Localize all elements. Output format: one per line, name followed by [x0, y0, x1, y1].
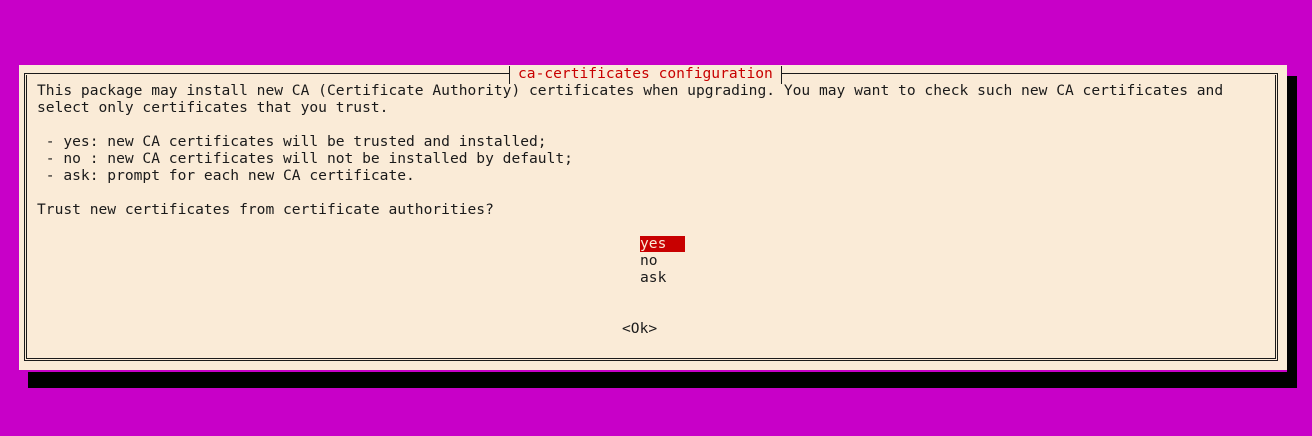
choice-ask[interactable]: ask — [640, 270, 685, 286]
dialog-title-box: ca-certificates configuration — [509, 66, 782, 84]
description-line-2: select only certificates that you trust. — [37, 99, 389, 116]
option-help-no: - no : new CA certificates will not be i… — [37, 150, 573, 167]
ok-button[interactable]: <Ok> — [622, 320, 657, 337]
option-help-yes: - yes: new CA certificates will be trust… — [37, 133, 547, 150]
choice-yes[interactable]: yes — [640, 236, 685, 252]
dialog-shadow — [28, 372, 1296, 388]
dialog-shadow-right — [1287, 76, 1297, 388]
description-line-1: This package may install new CA (Certifi… — [37, 82, 1224, 99]
debconf-dialog: ca-certificates configuration This packa… — [19, 65, 1287, 370]
dialog-title: ca-certificates configuration — [518, 65, 773, 82]
option-help-ask: - ask: prompt for each new CA certificat… — [37, 167, 415, 184]
question-text: Trust new certificates from certificate … — [37, 201, 494, 218]
choice-no[interactable]: no — [640, 253, 685, 269]
